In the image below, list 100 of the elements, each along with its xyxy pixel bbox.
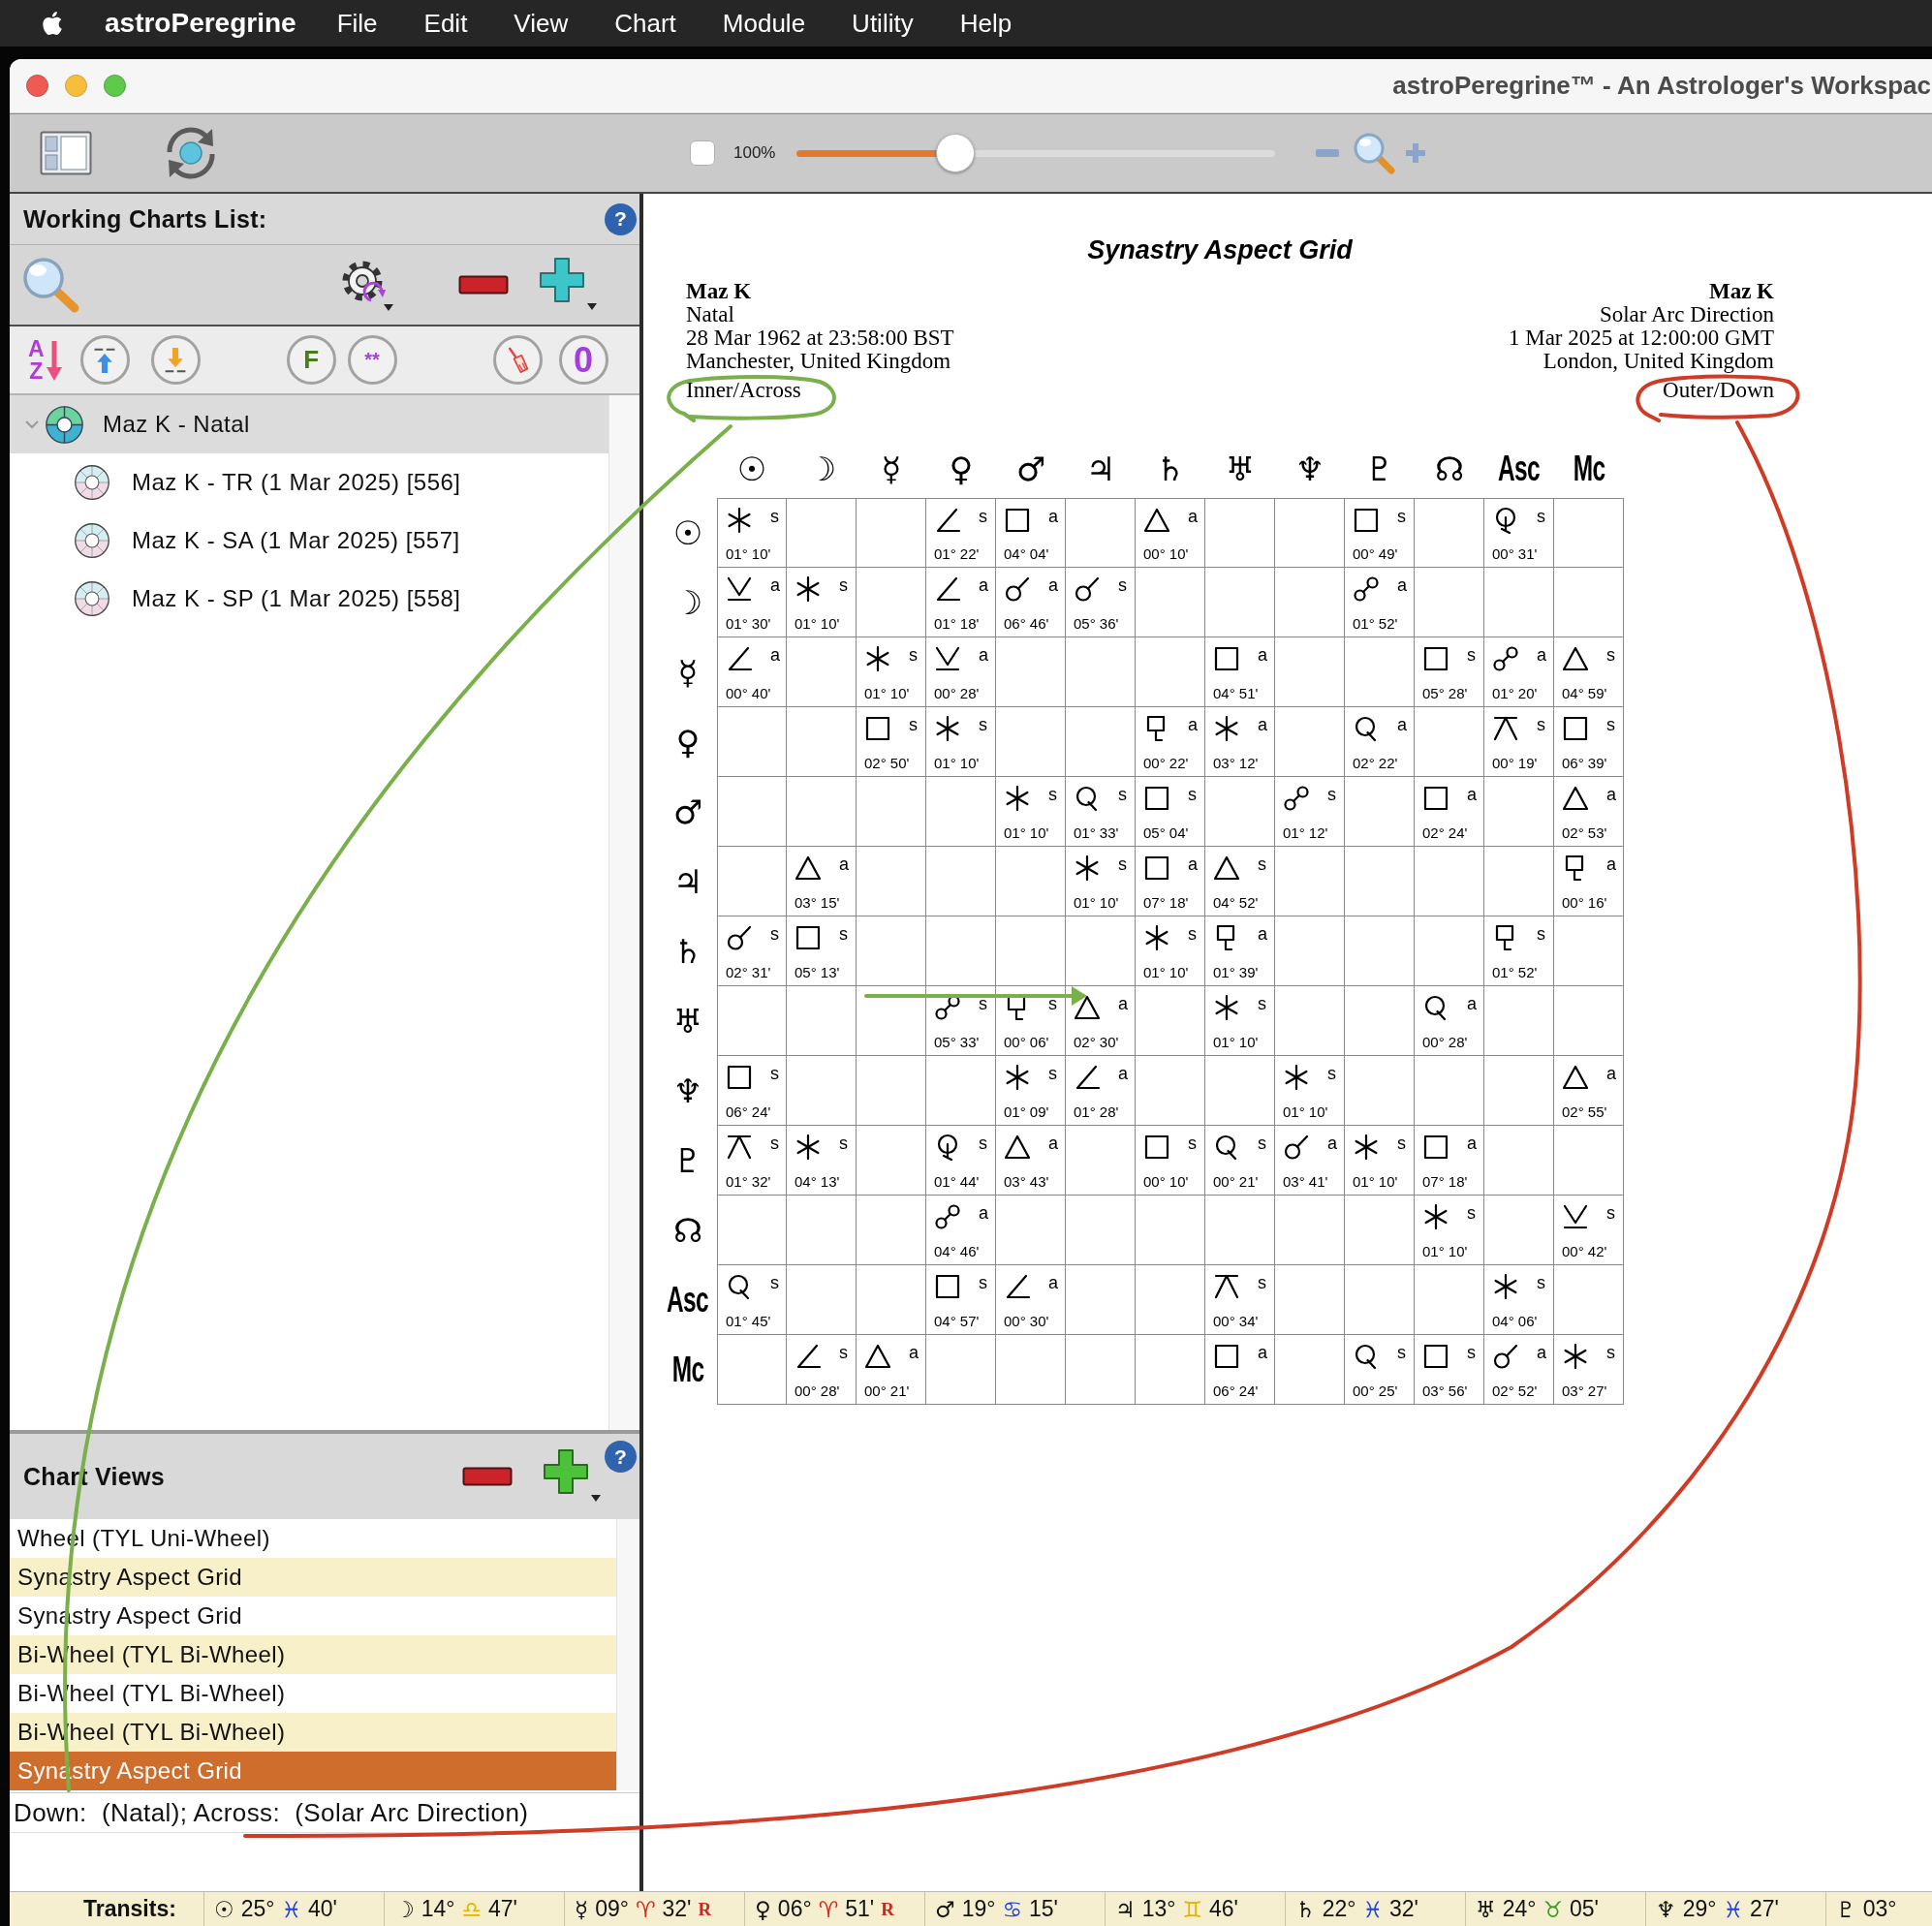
planet-glyph: ♂ bbox=[935, 1896, 955, 1922]
degree-value: 06° bbox=[777, 1896, 812, 1922]
column-header: ♂ bbox=[1015, 450, 1046, 488]
count-button[interactable]: 0 bbox=[558, 335, 608, 385]
list-item[interactable]: Bi-Wheel (TYL Bi-Wheel) bbox=[10, 1713, 616, 1752]
aspect-phase: s bbox=[1537, 716, 1545, 733]
aspect-phase: s bbox=[1188, 786, 1197, 803]
menu-item[interactable]: View bbox=[514, 8, 569, 39]
zoom-in-icon[interactable] bbox=[1406, 143, 1426, 163]
orb-value: 01° 10' bbox=[1283, 1103, 1328, 1120]
help-button[interactable]: ? bbox=[605, 1441, 637, 1473]
checkbox[interactable] bbox=[690, 140, 715, 166]
aspect-phase: a bbox=[1188, 716, 1198, 733]
aspect-phase: s bbox=[770, 508, 779, 525]
clear-button[interactable] bbox=[492, 335, 543, 385]
sidebar-toggle-icon[interactable] bbox=[40, 131, 92, 175]
list-item[interactable]: Synastry Aspect Grid bbox=[10, 1752, 616, 1790]
aspect-phase: s bbox=[1467, 1344, 1476, 1361]
orb-value: 03° 15' bbox=[795, 894, 840, 911]
move-down-button[interactable] bbox=[150, 335, 201, 385]
menu-item[interactable]: File bbox=[336, 8, 378, 39]
square-icon bbox=[1353, 507, 1380, 534]
aspect-phase: s bbox=[770, 925, 779, 943]
menu-item[interactable]: Module bbox=[722, 8, 806, 39]
square-icon bbox=[864, 715, 891, 742]
aspect-phase: s bbox=[1397, 508, 1406, 525]
trine-icon bbox=[864, 1343, 891, 1370]
slider-thumb[interactable] bbox=[935, 134, 975, 172]
semisquare-icon bbox=[934, 507, 961, 534]
quincunx-icon bbox=[726, 1134, 753, 1161]
tree-item[interactable]: Maz K - Natal bbox=[10, 395, 608, 453]
menu-item[interactable]: Help bbox=[959, 8, 1013, 39]
chart-detail: 1 Mar 2025 at 12:00:00 GMT bbox=[1508, 326, 1774, 350]
sextile-icon bbox=[1074, 854, 1101, 882]
aspect-phase: a bbox=[1397, 576, 1407, 594]
orb-value: 02° 50' bbox=[864, 755, 910, 771]
orb-value: 03° 27' bbox=[1562, 1382, 1607, 1399]
app-menu[interactable]: astroPeregrine bbox=[105, 8, 296, 39]
orb-value: 00° 06' bbox=[1004, 1034, 1049, 1050]
row-header: ♅ bbox=[672, 1002, 703, 1041]
tree-item[interactable]: Maz K - SP (1 Mar 2025) [558] bbox=[10, 570, 608, 628]
zodiac-sign: ♉ bbox=[1542, 1896, 1564, 1922]
minute-value: 46' bbox=[1209, 1896, 1238, 1922]
help-button[interactable]: ? bbox=[605, 202, 637, 235]
orb-value: 00° 40' bbox=[726, 685, 771, 701]
panel-title: Working Charts List: bbox=[23, 204, 267, 233]
zoom-slider[interactable] bbox=[796, 134, 1276, 172]
window-minimize-icon[interactable] bbox=[65, 75, 87, 97]
trine-icon bbox=[1004, 1134, 1031, 1161]
chart-name: Maz K bbox=[1708, 280, 1774, 303]
orb-value: 05° 36' bbox=[1074, 615, 1119, 632]
orb-value: 01° 10' bbox=[1004, 824, 1049, 841]
planet-glyph: ♃ bbox=[1115, 1896, 1136, 1922]
orb-value: 02° 22' bbox=[1353, 755, 1398, 771]
zoom-out-icon[interactable] bbox=[1316, 149, 1340, 157]
list-item[interactable]: Bi-Wheel (TYL Bi-Wheel) bbox=[10, 1635, 616, 1674]
column-header: ♆ bbox=[1294, 450, 1325, 488]
aspect-phase: a bbox=[1048, 508, 1058, 525]
degree-value: 03° bbox=[1862, 1896, 1897, 1922]
table-cell bbox=[717, 777, 787, 847]
orb-value: 01° 10' bbox=[795, 615, 840, 632]
aspect-phase: s bbox=[1258, 1134, 1266, 1152]
orb-value: 01° 10' bbox=[864, 685, 910, 701]
list-item[interactable]: Synastry Aspect Grid bbox=[10, 1558, 616, 1597]
filter-button[interactable]: F bbox=[286, 335, 336, 385]
tree-item[interactable]: Maz K - SA (1 Mar 2025) [557] bbox=[10, 512, 608, 570]
minus-icon[interactable] bbox=[458, 275, 509, 295]
favorites-button[interactable]: ** bbox=[347, 335, 397, 385]
row-header: ♄ bbox=[672, 932, 703, 971]
window-close-icon[interactable] bbox=[26, 75, 48, 97]
aspect-phase: a bbox=[1188, 855, 1198, 873]
menu-item[interactable]: Edit bbox=[423, 8, 468, 39]
aspect-phase: s bbox=[1606, 716, 1615, 733]
square-icon bbox=[1422, 785, 1449, 812]
aspect-phase: a bbox=[1467, 1134, 1477, 1152]
menu-item[interactable]: Utility bbox=[852, 8, 914, 39]
aspect-phase: s bbox=[1397, 1344, 1406, 1361]
degree-value: 25° bbox=[240, 1896, 275, 1922]
minus-icon[interactable] bbox=[462, 1467, 513, 1486]
scrollbar[interactable] bbox=[616, 1519, 639, 1790]
apple-icon[interactable] bbox=[40, 10, 63, 37]
semisquare-icon bbox=[1074, 1064, 1101, 1091]
move-up-button[interactable] bbox=[79, 335, 130, 385]
orb-value: 00° 28' bbox=[795, 1382, 840, 1399]
aspect-phase: a bbox=[1327, 1134, 1337, 1152]
window-maximize-icon[interactable] bbox=[104, 75, 126, 97]
search-icon[interactable] bbox=[21, 256, 80, 314]
tree-item[interactable]: Maz K - TR (1 Mar 2025) [556] bbox=[10, 453, 608, 512]
sextile-icon bbox=[1283, 1064, 1310, 1091]
aspect-phase: s bbox=[979, 1274, 987, 1291]
chart-detail: Manchester, United Kingdom bbox=[686, 350, 951, 373]
sort-button[interactable]: A Z bbox=[28, 332, 62, 388]
orb-value: 01° 44' bbox=[934, 1173, 980, 1190]
orb-value: 03° 41' bbox=[1283, 1173, 1328, 1190]
menu-item[interactable]: Chart bbox=[614, 8, 676, 39]
zodiac-sign: ♓ bbox=[281, 1896, 302, 1922]
table-cell bbox=[1066, 1196, 1136, 1265]
scrollbar[interactable] bbox=[608, 395, 639, 1430]
magnifier-icon[interactable] bbox=[1352, 131, 1397, 175]
aspect-phase: s bbox=[979, 508, 987, 525]
